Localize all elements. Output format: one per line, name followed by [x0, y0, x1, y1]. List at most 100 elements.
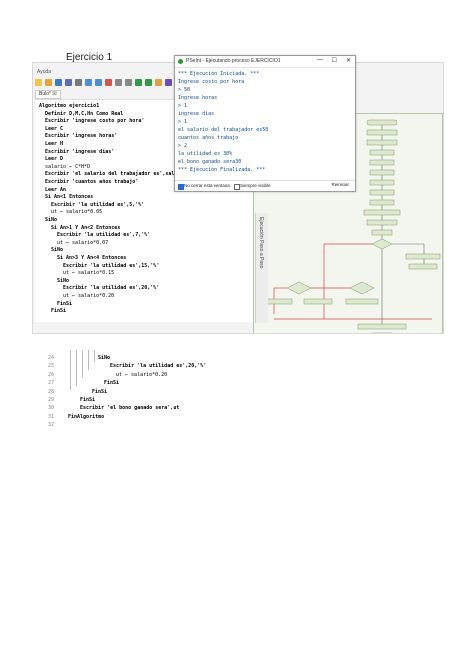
always-visible-label: Siempre visible: [240, 183, 271, 188]
flowchart-icon[interactable]: [155, 78, 162, 86]
console-line: ingrese dias: [178, 111, 215, 117]
code-line: Escribir 'la utilidad es',7,'%': [57, 232, 151, 239]
pseint-icon: [178, 59, 183, 64]
code-line: Leer C: [45, 125, 64, 132]
console-footer: No cerrar esta ventana Siempre visible R…: [175, 180, 355, 191]
snippet-code: FinAlgoritmo: [68, 413, 105, 420]
line-number: 27: [47, 380, 54, 387]
console-title: PSeInt - Ejecutando proceso EJERCICIO1: [186, 58, 281, 64]
flow-end-node: [370, 332, 394, 333]
snippet-code: FinSi: [80, 397, 96, 403]
menu-help[interactable]: Ayuda: [37, 69, 51, 75]
flow-output-node: [405, 253, 441, 260]
console-line: *** Ejecución Finalizada. ***: [178, 167, 266, 173]
console-line: el salario del trabajador es50: [178, 127, 269, 133]
line-number: 29: [47, 397, 54, 403]
console-line: > 1: [178, 103, 188, 109]
save-icon[interactable]: [55, 78, 62, 86]
code-line: Escribir 'ingrese horas': [45, 133, 118, 140]
new-icon[interactable]: [35, 78, 42, 86]
flow-input-node: [369, 169, 395, 176]
code-line: Escribir 'ingrese dias': [45, 148, 115, 155]
flow-input-node: [371, 229, 393, 236]
console-line: cuantos años trabajo: [178, 135, 239, 141]
console-output: *** Ejecución Iniciada. *** Ingrese costo…: [178, 70, 350, 174]
flow-decision-2: [349, 281, 375, 295]
flow-assign-node: [408, 263, 438, 270]
console-line: Ingrese costo por hora: [178, 79, 245, 85]
line-number: 26: [47, 371, 54, 378]
line-number: 28: [47, 388, 54, 395]
paste-icon[interactable]: [125, 78, 132, 86]
code-line: Escribir 'ingrese costo por hora': [45, 118, 145, 125]
editor-tab[interactable]: Bulo* ☒: [35, 90, 61, 99]
code-line: Algoritmo ejercicio1: [39, 103, 100, 109]
indent-guide: [70, 350, 71, 390]
code-line: Si An<1 Entonces: [45, 194, 94, 201]
code-line: salario ← C*H*D: [45, 163, 91, 170]
indent-guide: [88, 350, 89, 370]
help-icon[interactable]: [165, 78, 172, 86]
code-line: Leer D: [45, 156, 64, 163]
code-line: SiNo: [57, 277, 70, 284]
line-number: 31: [47, 413, 54, 420]
open-icon[interactable]: [45, 78, 52, 86]
console-line: > 2: [178, 143, 188, 149]
code-line: Escribir 'la utilidad es',20,'%': [63, 285, 160, 292]
maximize-icon[interactable]: ☐: [332, 57, 337, 64]
flow-output-node: [363, 209, 401, 216]
console-line: la utilidad es 30%: [178, 151, 233, 157]
toolbar: [35, 76, 172, 88]
run-icon[interactable]: [135, 78, 142, 86]
code-line: ut ← salario*0.20: [63, 293, 115, 299]
save-as-icon[interactable]: [65, 78, 72, 86]
minimize-icon[interactable]: —: [317, 57, 323, 63]
console-line: > 50: [178, 87, 191, 93]
console-line: *** Ejecución Iniciada. ***: [178, 71, 260, 77]
flow-assign-node: [369, 199, 395, 206]
code-line: FinSi: [51, 308, 67, 315]
flow-define-node: [366, 129, 398, 136]
code-line: ut ← salario*0.05: [51, 209, 103, 216]
code-line: Si An>3 Y An<4 Entonces: [57, 255, 127, 261]
console-line: el bono ganado sera30: [178, 159, 242, 165]
flow-decision-1: [371, 238, 393, 250]
copy-icon[interactable]: [115, 78, 122, 86]
cut-icon[interactable]: [105, 78, 112, 86]
code-line: Leer H: [45, 141, 64, 147]
code-line: SiNo: [51, 247, 64, 254]
print-icon[interactable]: [75, 78, 82, 86]
redo-icon[interactable]: [95, 78, 102, 86]
code-line: Escribir 'la utilidad es',5,'%': [51, 201, 145, 208]
flow-input-node: [369, 189, 395, 196]
snippet-code: Escribir 'el bono ganado sera',ut: [80, 405, 180, 412]
console-line: Ingrese horas: [178, 95, 218, 101]
indent-guide: [82, 350, 83, 378]
line-number: 30: [47, 405, 54, 412]
code-line: Definir D,M,C,Hn Como Real: [45, 110, 124, 117]
code-line: ut ← salario*0.07: [57, 239, 109, 246]
flow-start-node: [366, 119, 398, 126]
flow-decision-3: [286, 281, 312, 295]
step-by-step-tab[interactable]: Ejecución Paso a Paso: [255, 213, 268, 323]
no-close-label: No cerrar esta ventana: [184, 183, 230, 188]
code-line: Escribir 'el salario del trabajador es',…: [45, 171, 187, 178]
flow-output-node: [366, 219, 398, 226]
console-line: > 1: [178, 119, 188, 125]
flow-output-node: [369, 179, 395, 186]
restart-button[interactable]: Reiniciar: [331, 182, 349, 187]
code-snippet: 24 SiNo 25 Escribir 'la utilidad es',20,'%'…: [40, 350, 290, 426]
close-icon[interactable]: ✕: [346, 57, 351, 64]
step-icon[interactable]: [145, 78, 152, 86]
flow-output-node: [303, 298, 333, 305]
pseint-console-window: PSeInt - Ejecutando proceso EJERCICIO1 —…: [174, 55, 356, 192]
code-line: Escribir 'la utilidad es',15,'%': [63, 262, 160, 269]
undo-icon[interactable]: [85, 78, 92, 86]
code-line: FinSi: [57, 300, 73, 307]
indent-guide: [76, 350, 77, 386]
code-line: Escribir 'cuantos años trabajo': [45, 179, 139, 185]
code-line: Si An>1 Y An<2 Entonces: [51, 224, 121, 231]
console-titlebar[interactable]: PSeInt - Ejecutando proceso EJERCICIO1 —…: [175, 56, 355, 68]
line-number: 24: [47, 355, 54, 361]
step-by-step-label: Ejecución Paso a Paso: [258, 217, 264, 269]
